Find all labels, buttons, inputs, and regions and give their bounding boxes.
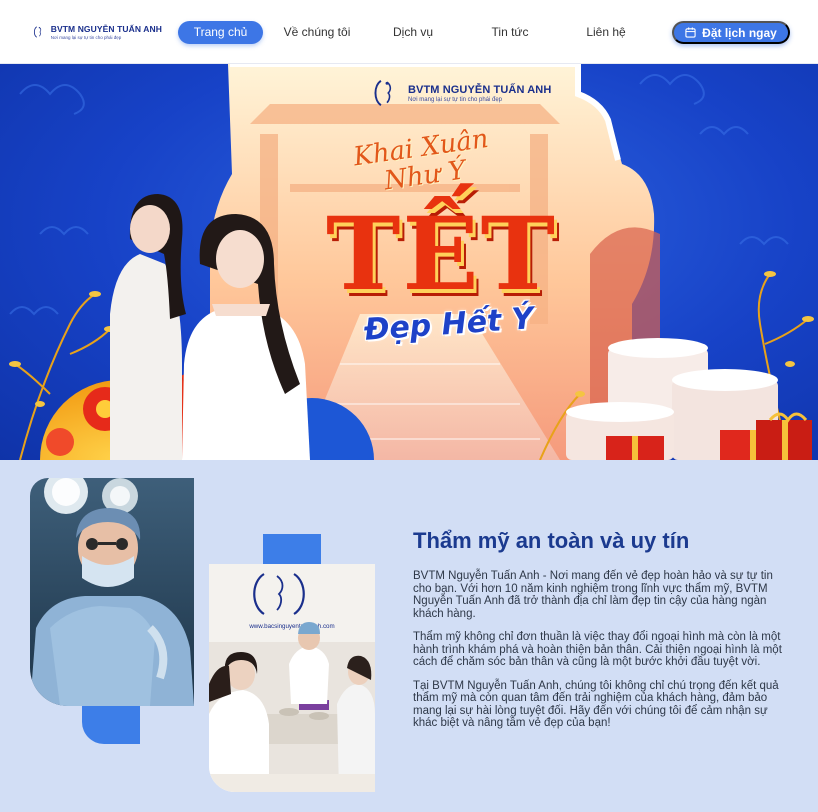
hero-logo: BVTM NGUYỄN TUẤN ANH Nơi mang lại sự tự …: [370, 76, 551, 110]
about-paragraph: Tại BVTM Nguyễn Tuấn Anh, chúng tôi khôn…: [413, 679, 779, 730]
about-title: Thẩm mỹ an toàn và uy tín: [413, 528, 690, 553]
clinic-photo: www.bacsinguyentuananh.com: [209, 564, 375, 792]
clinic-website-text: www.bacsinguyentuananh.com: [248, 623, 334, 630]
logo-face-icon: [374, 80, 392, 106]
book-appointment-button[interactable]: Đặt lịch ngay: [672, 21, 790, 44]
nav-item-home[interactable]: Trang chủ: [178, 21, 263, 44]
nav-item-services[interactable]: Dịch vụ: [375, 21, 451, 44]
nav-item-about[interactable]: Về chúng tôi: [272, 21, 362, 44]
calendar-icon: [685, 27, 696, 38]
nav-item-contact[interactable]: Liên hệ: [574, 21, 638, 44]
about-body: BVTM Nguyễn Tuấn Anh - Nơi mang đến vẻ đ…: [413, 570, 793, 741]
site-header: BVTM NGUYỄN TUẤN ANH Nơi mang lại sự tự …: [0, 0, 818, 64]
nav-item-news[interactable]: Tin tức: [478, 21, 542, 44]
about-paragraph: Thẩm mỹ không chỉ đơn thuần là việc thay…: [413, 631, 782, 668]
decorative-block: [263, 534, 321, 564]
about-section: www.bacsinguyentuananh.com Thẩm mỹ an to…: [0, 460, 818, 812]
surgeon-photo: [30, 478, 194, 706]
hero-logo-tagline: Nơi mang lại sự tự tin cho phái đẹp: [408, 96, 503, 103]
hero-headline-main: TẾT: [326, 195, 558, 313]
about-paragraph: BVTM Nguyễn Tuấn Anh - Nơi mang đến vẻ đ…: [413, 570, 773, 620]
book-appointment-label: Đặt lịch ngay: [702, 25, 777, 40]
hero-logo-name: BVTM NGUYỄN TUẤN ANH: [408, 83, 552, 96]
hero-banner[interactable]: BVTM NGUYỄN TUẤN ANH Nơi mang lại sự tự …: [0, 64, 818, 460]
decorative-block: [82, 706, 140, 744]
main-nav: Trang chủ Về chúng tôi Dịch vụ Tin tức L…: [0, 21, 660, 44]
